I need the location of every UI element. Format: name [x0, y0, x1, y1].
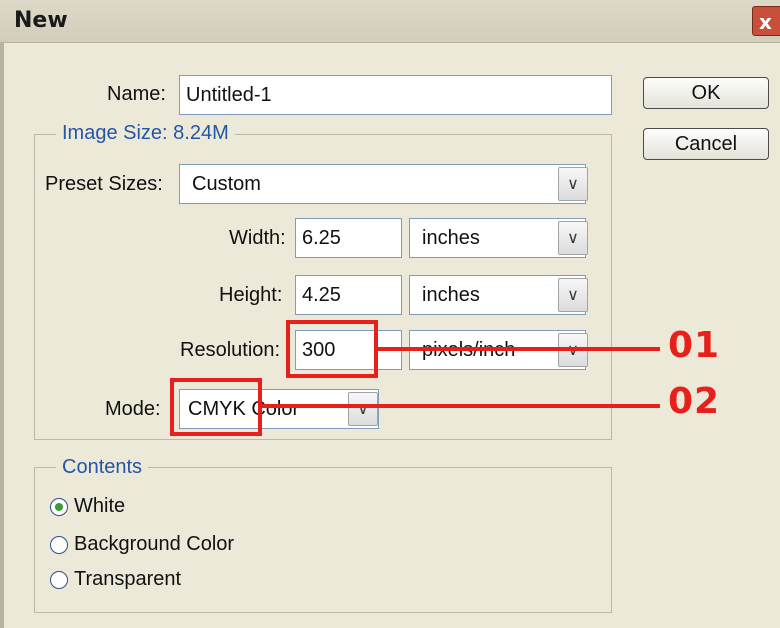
radio-transparent-label: Transparent	[74, 568, 182, 590]
width-input[interactable]: 6.25	[295, 218, 402, 258]
callout-02: 02	[668, 381, 721, 422]
window-border	[0, 42, 4, 628]
name-label-text: Name:	[107, 83, 166, 105]
chevron-down-icon[interactable]: ∨	[558, 221, 588, 255]
radio-selected-dot	[55, 503, 63, 511]
preset-label: Preset Sizes:	[45, 173, 163, 195]
window-title: New	[14, 8, 68, 33]
height-input[interactable]: 4.25	[295, 275, 402, 315]
ok-button[interactable]: OK	[643, 77, 769, 109]
name-label: Name:	[107, 83, 166, 106]
height-label: Height:	[219, 284, 283, 306]
image-size-legend: Image Size: 8.24M	[56, 122, 235, 145]
mode-label: Mode:	[105, 398, 161, 420]
radio-button[interactable]	[50, 571, 68, 589]
annotation-box-02	[170, 378, 262, 436]
callout-01: 01	[668, 325, 721, 366]
name-input[interactable]: Untitled-1	[179, 75, 612, 115]
width-label: Width:	[229, 227, 286, 249]
radio-white-label: White	[74, 495, 126, 517]
chevron-down-icon[interactable]: ∨	[348, 392, 378, 426]
chevron-down-icon[interactable]: ∨	[558, 167, 588, 201]
annotation-line-02	[260, 404, 660, 408]
radio-background-color-label: Background Color	[74, 533, 235, 555]
radio-button[interactable]	[50, 536, 68, 554]
annotation-box-01	[286, 320, 378, 378]
chevron-down-icon[interactable]: ∨	[558, 278, 588, 312]
preset-select[interactable]: Custom	[179, 164, 586, 204]
close-icon[interactable]: x	[752, 6, 780, 36]
title-bar: New x	[0, 0, 780, 43]
resolution-label: Resolution:	[180, 339, 281, 361]
cancel-button[interactable]: Cancel	[643, 128, 769, 160]
contents-legend: Contents	[56, 456, 149, 479]
annotation-line-01	[376, 347, 660, 351]
radio-button[interactable]	[50, 498, 68, 516]
new-document-dialog: New x Name: Untitled-1 OK Cancel Image S…	[0, 0, 780, 628]
